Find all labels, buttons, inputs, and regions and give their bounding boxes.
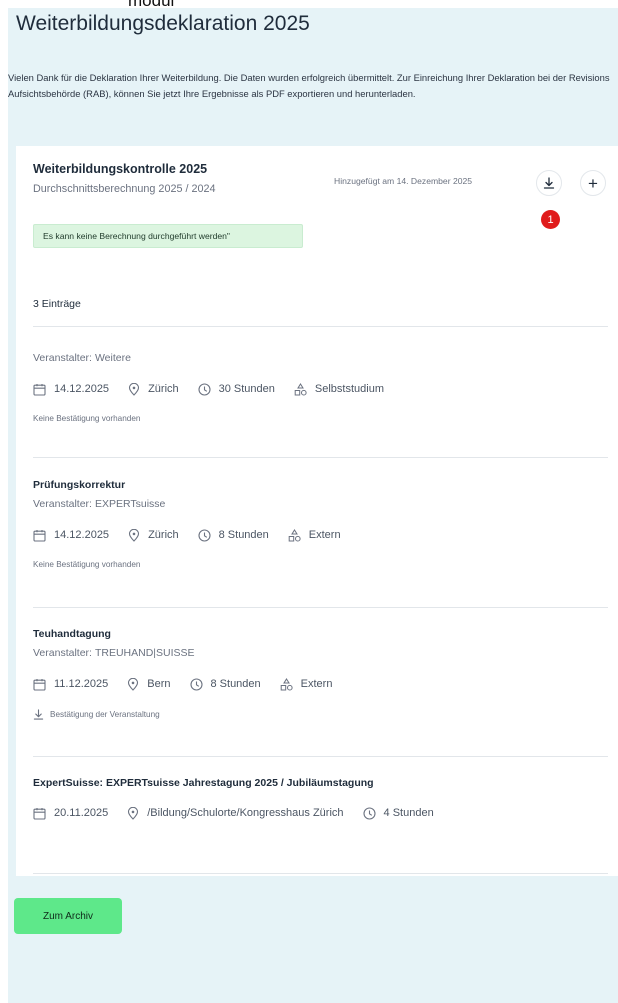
entry-date-value: 14.12.2025 — [54, 383, 110, 395]
entry-hours-value: 8 Stunden — [218, 529, 269, 541]
organizer-value: EXPERTsuisse — [94, 498, 166, 510]
calendar-icon — [33, 383, 46, 396]
entry-date-value: 20.11.2025 — [54, 807, 109, 819]
entry-meta: 11.12.2025 Bern 8 Stunden Extern — [33, 675, 608, 693]
entry-hours: 8 Stunden — [198, 528, 269, 542]
shapes-icon — [294, 382, 307, 395]
confirmation-note-text: Keine Bestätigung vorhanden — [33, 560, 141, 569]
entry-date-value: 14.12.2025 — [54, 529, 110, 541]
divider — [33, 873, 608, 874]
entry-hours-value: 30 Stunden — [218, 383, 275, 395]
divider — [33, 457, 608, 458]
calendar-icon — [33, 678, 46, 691]
organizer: Veranstalter: Weitere — [33, 352, 608, 368]
entry-date: 14.12.2025 — [33, 529, 109, 542]
organizer-value: Weitere — [94, 352, 131, 364]
entry-hours: 30 Stunden — [198, 382, 275, 396]
confirmation-note: Keine Bestätigung vorhanden — [33, 414, 608, 423]
list-item: Teuhandtagung Veranstalter: TREUHAND|SUIS… — [33, 628, 608, 720]
download-icon — [543, 177, 555, 189]
entry-date: 14.12.2025 — [33, 383, 109, 396]
archive-button[interactable]: Zum Archiv — [14, 898, 122, 934]
entry-title: ExpertSuisse: EXPERTsuisse Jahrestagung … — [33, 777, 374, 789]
entry-meta: 14.12.2025 Zürich 30 Stunden Selbststudi… — [33, 380, 608, 398]
entry-date: 11.12.2025 — [33, 678, 108, 691]
entry-location-value: Bern — [147, 678, 171, 690]
organizer-label: Veranstalter: — [33, 647, 92, 659]
organizer: Veranstalter: EXPERTsuisse — [33, 498, 608, 514]
entries-count: 3 Einträge — [33, 298, 81, 310]
shapes-icon — [288, 528, 301, 541]
intro-text: Vielen Dank für die Deklaration Ihrer We… — [8, 72, 610, 99]
warning-message: Es kann keine Berechnung durchgeführt we… — [33, 224, 303, 248]
entry-meta: 20.11.2025 /Bildung/Schulorte/Kongressha… — [33, 804, 608, 822]
organizer: Veranstalter: TREUHAND|SUISSE — [33, 647, 608, 663]
entry-hours: 4 Stunden — [362, 806, 434, 820]
plus-icon: + — [588, 173, 598, 193]
declaration-card: Weiterbildungskontrolle 2025 Durchschnit… — [16, 146, 618, 876]
organizer-value: TREUHAND|SUISSE — [94, 647, 195, 659]
shapes-icon — [280, 677, 293, 690]
clock-icon — [198, 528, 211, 542]
confirmation-download-link[interactable]: Bestätigung der Veranstaltung — [33, 709, 608, 720]
entry-location: Zürich — [128, 382, 179, 396]
organizer-label: Veranstalter: — [33, 352, 92, 364]
calendar-icon — [33, 807, 46, 820]
card-subtitle: Durchschnittsberechnung 2025 / 2024 — [33, 183, 216, 195]
entry-date: 20.11.2025 — [33, 807, 108, 820]
add-button[interactable]: + — [580, 170, 606, 196]
calendar-icon — [33, 529, 46, 542]
entry-location: Zürich — [128, 528, 179, 542]
entry-type: Selbststudium — [294, 382, 384, 396]
location-pin-icon — [128, 677, 139, 691]
divider — [33, 756, 608, 757]
organizer-label: Veranstalter: — [33, 498, 92, 510]
download-icon — [33, 709, 44, 720]
confirmation-note: Keine Bestätigung vorhanden — [33, 560, 608, 569]
clock-icon — [198, 382, 211, 396]
entry-location-value: Zürich — [148, 529, 179, 541]
entry-title: Prüfungskorrektur — [33, 479, 126, 491]
notification-badge: 1 — [541, 210, 560, 229]
entry-hours-value: 4 Stunden — [383, 807, 434, 819]
entry-hours: 8 Stunden — [189, 677, 261, 691]
confirmation-note-text: Keine Bestätigung vorhanden — [33, 414, 141, 423]
added-date: Hinzugefügt am 14. Dezember 2025 — [334, 176, 473, 186]
clock-icon — [362, 806, 376, 820]
location-pin-icon — [128, 806, 139, 820]
entry-type-value: Extern — [300, 678, 333, 690]
confirmation-link-text: Bestätigung der Veranstaltung — [50, 710, 160, 719]
divider — [33, 607, 608, 608]
entry-type-value: Extern — [308, 529, 341, 541]
location-pin-icon — [129, 528, 140, 542]
entry-title: Teuhandtagung — [33, 628, 111, 640]
entry-meta: 14.12.2025 Zürich 8 Stunden Extern — [33, 526, 608, 544]
entry-date-value: 11.12.2025 — [54, 678, 109, 690]
list-item: Veranstalter: Weitere 14.12.2025 Zürich 3… — [33, 352, 608, 423]
divider — [33, 326, 608, 327]
entry-location: Bern — [127, 677, 171, 691]
list-item: ExpertSuisse: EXPERTsuisse Jahrestagung … — [33, 777, 608, 822]
entry-type-value: Selbststudium — [314, 383, 384, 395]
download-button[interactable] — [536, 170, 562, 196]
entry-type: Extern — [280, 677, 333, 691]
entry-location-value: /Bildung/Schulorte/Kongresshaus Zürich — [147, 807, 344, 819]
entry-location-value: Zürich — [148, 383, 179, 395]
entry-type: Extern — [288, 528, 341, 542]
clock-icon — [189, 677, 203, 691]
page-title: Weiterbildungsdeklaration 2025 — [16, 12, 310, 35]
location-pin-icon — [129, 382, 140, 396]
entry-hours-value: 8 Stunden — [210, 678, 261, 690]
page-container: Weiterbildungsdeklaration 2025 Vielen Da… — [8, 8, 618, 1003]
entry-location: /Bildung/Schulorte/Kongresshaus Zürich — [127, 806, 344, 820]
list-item: Prüfungskorrektur Veranstalter: EXPERTsui… — [33, 479, 608, 569]
card-title: Weiterbildungskontrolle 2025 — [33, 162, 208, 176]
